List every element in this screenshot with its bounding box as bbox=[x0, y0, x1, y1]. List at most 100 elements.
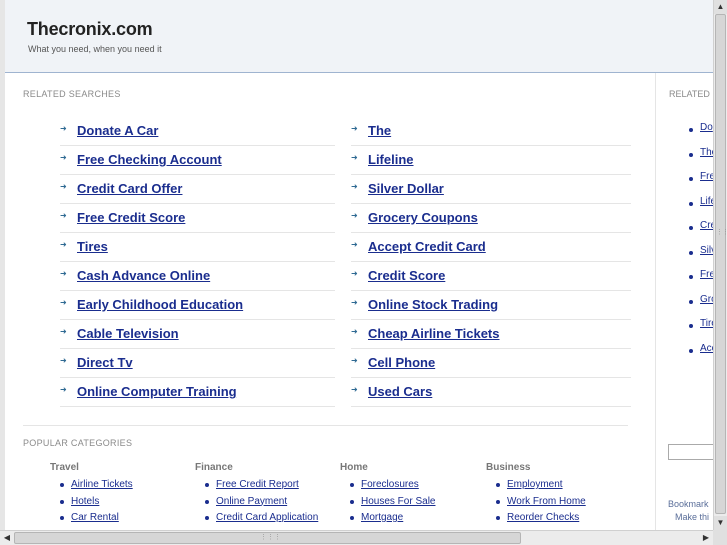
arrow-right-icon: ➜ bbox=[60, 269, 67, 278]
vertical-scrollbar[interactable]: ▲ ⋮⋮ ▼ bbox=[713, 0, 727, 530]
related-search-item: ➜ Credit Card Offer bbox=[60, 175, 335, 204]
arrow-right-icon: ➜ bbox=[351, 211, 358, 220]
category-link[interactable]: Employment bbox=[507, 479, 563, 490]
sidebar-link[interactable]: Tire bbox=[700, 318, 714, 329]
related-search-link[interactable]: Free Credit Score bbox=[77, 210, 185, 225]
scroll-left-icon[interactable]: ◀ bbox=[0, 531, 14, 545]
category-link[interactable]: Free Credit Report bbox=[216, 479, 299, 490]
related-search-item: ➜ Used Cars bbox=[351, 378, 631, 407]
bookmark-link[interactable]: Bookmark bbox=[668, 499, 709, 509]
category-title: Home bbox=[340, 462, 368, 473]
sidebar-link[interactable]: Gro bbox=[700, 294, 714, 305]
related-search-item: ➜ Cable Television bbox=[60, 320, 335, 349]
arrow-right-icon: ➜ bbox=[351, 240, 358, 249]
related-search-link[interactable]: Tires bbox=[77, 239, 108, 254]
category-link[interactable]: Houses For Sale bbox=[361, 496, 435, 507]
related-search-link[interactable]: Cheap Airline Tickets bbox=[368, 326, 500, 341]
related-search-item: ➜ Grocery Coupons bbox=[351, 204, 631, 233]
sidebar-heading: RELATED bbox=[669, 89, 710, 99]
make-homepage-link[interactable]: Make thi bbox=[675, 512, 709, 522]
bullet-icon bbox=[496, 483, 500, 487]
bullet-icon bbox=[689, 250, 693, 255]
category-link[interactable]: Hotels bbox=[71, 496, 99, 507]
bullet-icon bbox=[205, 483, 209, 487]
related-search-link[interactable]: Used Cars bbox=[368, 384, 432, 399]
bullet-icon bbox=[205, 499, 209, 504]
related-search-link[interactable]: Accept Credit Card bbox=[368, 239, 486, 254]
sidebar-link[interactable]: Fre bbox=[700, 269, 714, 280]
arrow-right-icon: ➜ bbox=[351, 153, 358, 162]
category-link-item: Mortgage bbox=[350, 512, 480, 529]
site-header: Thecronix.com What you need, when you ne… bbox=[5, 0, 727, 73]
scroll-right-icon[interactable]: ▶ bbox=[699, 531, 713, 545]
related-search-link[interactable]: Lifeline bbox=[368, 152, 414, 167]
category-link-item: Reorder Checks bbox=[496, 512, 626, 529]
sidebar-search-input[interactable] bbox=[668, 444, 714, 460]
category-title: Business bbox=[486, 462, 531, 473]
related-search-item: ➜ Early Childhood Education bbox=[60, 291, 335, 320]
horizontal-scrollbar[interactable]: ◀ ⋮⋮⋮ ▶ bbox=[0, 530, 713, 545]
related-search-link[interactable]: Grocery Coupons bbox=[368, 210, 478, 225]
site-title[interactable]: Thecronix.com bbox=[27, 19, 153, 40]
arrow-right-icon: ➜ bbox=[60, 356, 67, 365]
category-link[interactable]: Online Payment bbox=[216, 496, 287, 507]
sidebar-link[interactable]: Silv bbox=[700, 245, 714, 256]
category-link-item: Online Payment bbox=[205, 496, 335, 513]
related-search-link[interactable]: The bbox=[368, 123, 391, 138]
related-search-link[interactable]: Direct Tv bbox=[77, 355, 133, 370]
horizontal-scroll-thumb[interactable]: ⋮⋮⋮ bbox=[14, 532, 521, 544]
related-search-link[interactable]: Cell Phone bbox=[368, 355, 435, 370]
category-title: Finance bbox=[195, 462, 233, 473]
scroll-up-icon[interactable]: ▲ bbox=[714, 0, 727, 14]
category-link-item: Credit Card Application bbox=[205, 512, 335, 529]
related-search-link[interactable]: Early Childhood Education bbox=[77, 297, 243, 312]
category-link[interactable]: Credit Card Application bbox=[216, 512, 318, 523]
sidebar-link[interactable]: Cre bbox=[700, 220, 714, 231]
related-search-link[interactable]: Online Stock Trading bbox=[368, 297, 498, 312]
related-search-item: ➜ Online Computer Training bbox=[60, 378, 335, 407]
related-search-link[interactable]: Cash Advance Online bbox=[77, 268, 210, 283]
category-link[interactable]: Mortgage bbox=[361, 512, 403, 523]
category-home: Home Foreclosures Houses For Sale Mortga… bbox=[340, 462, 480, 529]
related-search-link[interactable]: Donate A Car bbox=[77, 123, 158, 138]
category-finance: Finance Free Credit Report Online Paymen… bbox=[195, 462, 335, 529]
category-link-item: Car Rental bbox=[60, 512, 190, 529]
related-search-link[interactable]: Silver Dollar bbox=[368, 181, 444, 196]
category-link[interactable]: Car Rental bbox=[71, 512, 119, 523]
arrow-right-icon: ➜ bbox=[60, 182, 67, 191]
bullet-icon bbox=[689, 275, 693, 279]
arrow-right-icon: ➜ bbox=[60, 153, 67, 162]
related-search-link[interactable]: Credit Card Offer bbox=[77, 181, 182, 196]
sidebar-link[interactable]: Do bbox=[700, 122, 713, 133]
related-search-link[interactable]: Free Checking Account bbox=[77, 152, 222, 167]
related-search-item: ➜ Free Checking Account bbox=[60, 146, 335, 175]
bullet-icon bbox=[689, 201, 693, 206]
related-search-link[interactable]: Credit Score bbox=[368, 268, 445, 283]
category-link[interactable]: Foreclosures bbox=[361, 479, 419, 490]
bullet-icon bbox=[350, 499, 354, 504]
category-link[interactable]: Work From Home bbox=[507, 496, 586, 507]
scroll-down-icon[interactable]: ▼ bbox=[714, 516, 727, 530]
bullet-icon bbox=[60, 483, 64, 487]
grip-icon: ⋮⋮ bbox=[716, 229, 727, 236]
arrow-right-icon: ➜ bbox=[351, 269, 358, 278]
related-search-link[interactable]: Online Computer Training bbox=[77, 384, 237, 399]
related-searches-left-column: ➜ Donate A Car ➜ Free Checking Account ➜ Cr… bbox=[60, 117, 335, 407]
category-link[interactable]: Airline Tickets bbox=[71, 479, 133, 490]
sidebar-link[interactable]: The bbox=[700, 147, 714, 158]
related-search-link[interactable]: Cable Television bbox=[77, 326, 179, 341]
bullet-icon bbox=[689, 348, 693, 353]
category-link[interactable]: Reorder Checks bbox=[507, 512, 579, 523]
arrow-right-icon: ➜ bbox=[60, 385, 67, 394]
category-link-item: Airline Tickets bbox=[60, 479, 190, 496]
bullet-icon bbox=[205, 516, 209, 520]
sidebar-link[interactable]: Fre bbox=[700, 171, 714, 182]
vertical-scroll-thumb[interactable] bbox=[715, 14, 726, 514]
arrow-right-icon: ➜ bbox=[351, 182, 358, 191]
related-searches-right-column: ➜ The ➜ Lifeline ➜ Silver Dollar ➜ Grocery C… bbox=[351, 117, 631, 407]
related-search-item: ➜ Online Stock Trading bbox=[351, 291, 631, 320]
related-search-item: ➜ Free Credit Score bbox=[60, 204, 335, 233]
grip-icon: ⋮⋮⋮ bbox=[260, 534, 281, 541]
sidebar-link[interactable]: Acc bbox=[700, 343, 714, 354]
sidebar-link[interactable]: Life bbox=[700, 196, 714, 207]
